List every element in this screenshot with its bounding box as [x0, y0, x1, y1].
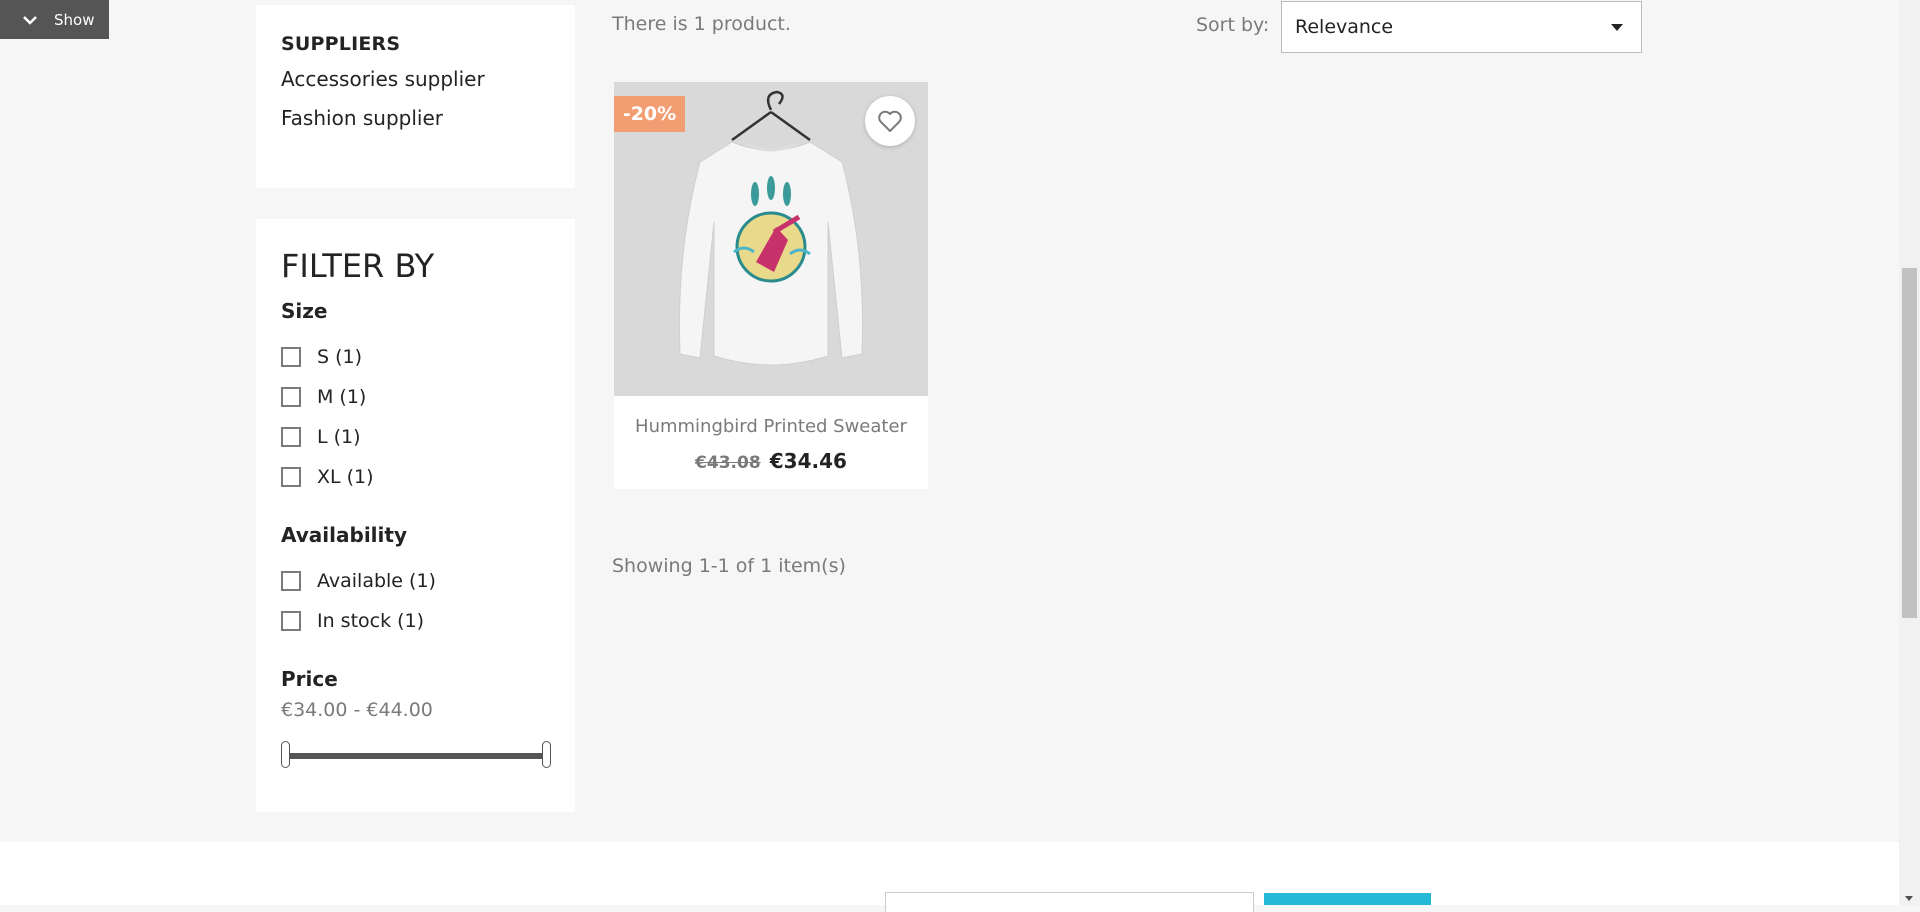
checkbox[interactable]	[281, 427, 301, 447]
product-prices: €43.08 €34.46	[614, 449, 928, 473]
sort-select-value: Relevance	[1295, 16, 1394, 38]
size-option-label: S (1)	[317, 346, 363, 368]
supplier-link-fashion[interactable]: Fashion supplier	[281, 106, 575, 130]
sort-by-label: Sort by:	[1196, 14, 1270, 36]
product-card[interactable]: -20% Hummingbird Printed Sweater €43.08 …	[614, 82, 928, 489]
availability-option-label: In stock (1)	[317, 610, 425, 632]
availability-facet: Availability Available (1) In stock (1)	[281, 523, 550, 641]
scroll-down-arrow-icon[interactable]	[1905, 896, 1913, 901]
size-option-label: XL (1)	[317, 466, 374, 488]
availability-option-in-stock[interactable]: In stock (1)	[281, 601, 550, 641]
scrollbar-thumb[interactable]	[1902, 268, 1917, 618]
price-slider-track	[285, 753, 547, 759]
availability-option-label: Available (1)	[317, 570, 436, 592]
suppliers-heading: SUPPLIERS	[281, 33, 401, 55]
availability-facet-title: Availability	[281, 523, 407, 547]
checkbox[interactable]	[281, 571, 301, 591]
pagination-summary: Showing 1-1 of 1 item(s)	[612, 555, 846, 577]
checkbox[interactable]	[281, 611, 301, 631]
availability-option-available[interactable]: Available (1)	[281, 561, 550, 601]
price-facet-title: Price	[281, 667, 338, 691]
price-slider-min-handle[interactable]	[281, 741, 290, 768]
size-facet-title: Size	[281, 299, 328, 323]
price-slider[interactable]	[281, 741, 551, 769]
checkbox[interactable]	[281, 467, 301, 487]
supplier-link-accessories[interactable]: Accessories supplier	[281, 67, 575, 91]
filters-title: FILTER BY	[281, 247, 435, 285]
current-price: €34.46	[769, 449, 847, 473]
page-scrollbar[interactable]	[1899, 0, 1920, 905]
product-name-link[interactable]: Hummingbird Printed Sweater	[614, 416, 928, 437]
price-range-text: €34.00 - €44.00	[281, 699, 433, 721]
sort-select[interactable]: Relevance	[1281, 1, 1642, 53]
price-slider-max-handle[interactable]	[542, 741, 551, 768]
size-option-s[interactable]: S (1)	[281, 337, 550, 377]
suppliers-panel: SUPPLIERS Accessories supplier Fashion s…	[256, 5, 575, 188]
discount-badge: -20%	[614, 96, 685, 132]
show-toggle-label: Show	[54, 10, 95, 29]
size-facet: Size S (1) M (1) L (1) XL (1)	[281, 299, 550, 497]
heart-icon	[878, 110, 902, 132]
wishlist-button[interactable]	[865, 96, 915, 146]
show-toggle-button[interactable]: Show	[0, 0, 109, 39]
product-count: There is 1 product.	[612, 13, 791, 35]
regular-price: €43.08	[695, 453, 761, 473]
size-option-label: L (1)	[317, 426, 361, 448]
newsletter-email-input[interactable]	[885, 892, 1254, 912]
caret-down-icon	[1611, 24, 1623, 31]
price-facet: Price €34.00 - €44.00	[281, 667, 551, 769]
checkbox[interactable]	[281, 347, 301, 367]
filters-panel: FILTER BY Size S (1) M (1) L (1) XL (1) …	[256, 219, 575, 812]
size-option-label: M (1)	[317, 386, 367, 408]
checkbox[interactable]	[281, 387, 301, 407]
size-option-l[interactable]: L (1)	[281, 417, 550, 457]
size-option-m[interactable]: M (1)	[281, 377, 550, 417]
chevron-down-icon	[20, 10, 40, 30]
size-option-xl[interactable]: XL (1)	[281, 457, 550, 497]
newsletter-subscribe-button[interactable]	[1264, 893, 1431, 905]
